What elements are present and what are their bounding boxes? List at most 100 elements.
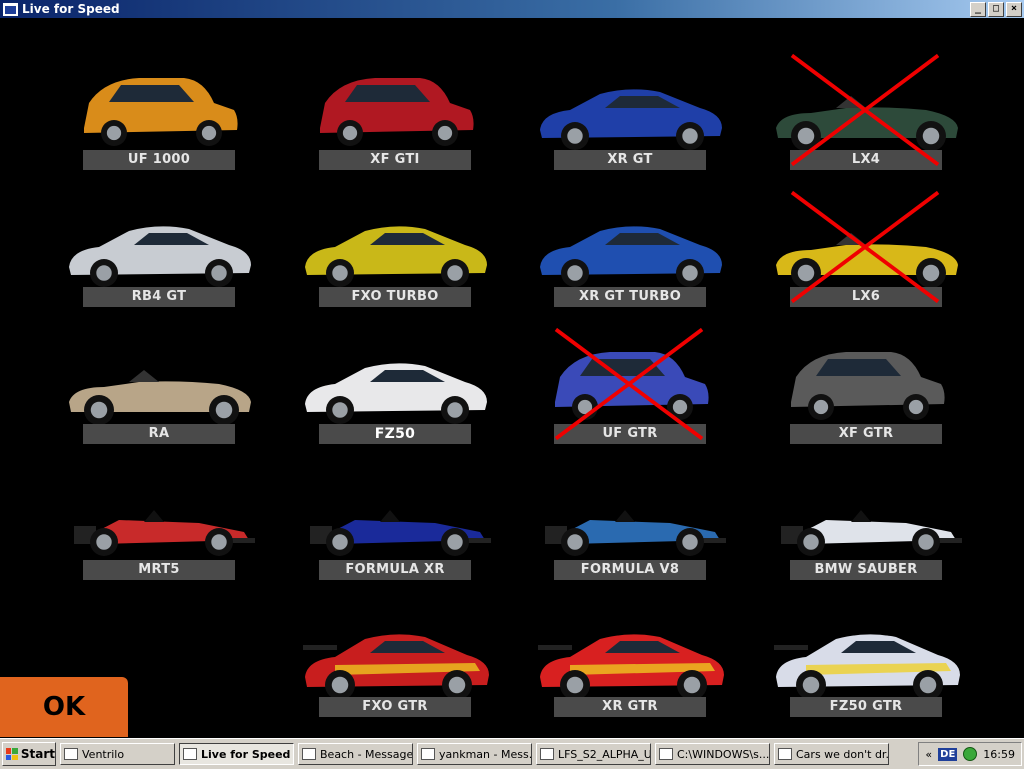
car-label[interactable]: LX4 — [790, 150, 942, 170]
app-icon — [64, 748, 78, 760]
car-option-lx4[interactable]: LX4 — [776, 53, 1024, 188]
car-option-bmw-sauber[interactable]: BMW SAUBER — [781, 468, 1024, 598]
car-label[interactable]: FZ50 GTR — [790, 697, 942, 717]
taskbar-item-label: yankman - Mess... — [439, 747, 532, 761]
language-indicator[interactable]: DE — [938, 747, 958, 761]
car-option-fxo-turbo[interactable]: FXO TURBO — [305, 195, 555, 325]
car-label[interactable]: MRT5 — [83, 560, 235, 580]
app-icon — [540, 748, 554, 760]
car-label[interactable]: FXO TURBO — [319, 287, 471, 307]
car-label[interactable]: RA — [83, 424, 235, 444]
car-label[interactable]: XR GT — [554, 150, 706, 170]
car-option-formula-v8[interactable]: FORMULA V8 — [545, 468, 790, 598]
car-image-icon — [774, 634, 960, 700]
car-image[interactable] — [59, 468, 259, 563]
car-label[interactable]: BMW SAUBER — [790, 560, 942, 580]
taskbar-item[interactable]: Beach - Message — [298, 743, 413, 765]
car-label[interactable]: FORMULA V8 — [554, 560, 706, 580]
taskbar-item[interactable]: Ventrilo — [60, 743, 175, 765]
car-label[interactable]: FORMULA XR — [319, 560, 471, 580]
taskbar-item[interactable]: LFS_S2_ALPHA_U — [536, 743, 651, 765]
start-label: Start — [20, 747, 55, 761]
car-image[interactable] — [766, 605, 966, 700]
car-option-xf-gti[interactable]: XF GTI — [319, 58, 555, 188]
car-label[interactable]: FXO GTR — [319, 697, 471, 717]
car-image[interactable] — [295, 58, 495, 153]
start-button[interactable]: Start — [2, 742, 56, 766]
taskbar-item[interactable]: Live for Speed — [179, 743, 294, 765]
car-option-ra[interactable]: RA — [69, 332, 319, 462]
car-option-mrt5[interactable]: MRT5 — [74, 468, 319, 598]
title-bar[interactable]: Live for Speed _ □ × — [0, 0, 1024, 18]
car-image-icon — [320, 78, 474, 146]
car-image-icon — [303, 634, 489, 700]
car-image-icon — [69, 226, 251, 287]
close-button[interactable]: × — [1006, 1, 1022, 17]
car-option-xr-gt[interactable]: XR GT — [540, 58, 790, 188]
car-image[interactable] — [59, 195, 259, 290]
window-title: Live for Speed — [22, 2, 120, 16]
car-image-icon — [69, 370, 251, 425]
car-image[interactable] — [295, 468, 495, 563]
taskbar-item-label: C:\WINDOWS\s... — [677, 747, 770, 761]
car-image[interactable] — [295, 605, 495, 700]
taskbar-item-label: Ventrilo — [82, 747, 125, 761]
car-label[interactable]: RB4 GT — [83, 287, 235, 307]
car-image-icon — [781, 510, 962, 556]
car-option-uf-1000[interactable]: UF 1000 — [83, 58, 319, 188]
car-label[interactable]: UF GTR — [554, 424, 706, 444]
car-label[interactable]: UF 1000 — [83, 150, 235, 170]
car-image-icon — [791, 352, 945, 420]
car-option-xf-gtr[interactable]: XF GTR — [790, 332, 1024, 462]
app-icon — [302, 748, 316, 760]
car-label[interactable]: XF GTR — [790, 424, 942, 444]
taskbar-item[interactable]: C:\WINDOWS\s... — [655, 743, 770, 765]
car-image[interactable] — [766, 195, 966, 290]
window-app-icon[interactable] — [3, 2, 18, 16]
car-image[interactable] — [530, 605, 730, 700]
car-image-icon — [74, 510, 255, 556]
car-image-icon — [305, 226, 487, 287]
car-image[interactable] — [530, 468, 730, 563]
car-label[interactable]: LX6 — [790, 287, 942, 307]
car-image-icon — [84, 78, 238, 146]
taskbar-item-label: Cars we don't dr... — [796, 747, 889, 761]
car-image[interactable] — [295, 332, 495, 427]
car-image[interactable] — [766, 332, 966, 427]
car-image[interactable] — [766, 468, 966, 563]
car-option-fz50-gtr[interactable]: FZ50 GTR — [774, 605, 1024, 735]
car-image[interactable] — [59, 332, 259, 427]
car-label[interactable]: XR GTR — [554, 697, 706, 717]
maximize-button[interactable]: □ — [988, 1, 1004, 17]
car-option-formula-xr[interactable]: FORMULA XR — [310, 468, 555, 598]
taskbar-item[interactable]: Cars we don't dr... — [774, 743, 889, 765]
taskbar-item[interactable]: yankman - Mess... — [417, 743, 532, 765]
car-option-fxo-gtr[interactable]: FXO GTR — [303, 605, 555, 735]
taskbar-item-label: LFS_S2_ALPHA_U — [558, 747, 651, 761]
car-option-lx6[interactable]: LX6 — [776, 190, 1024, 325]
car-image-icon — [538, 634, 724, 700]
car-option-xr-gt-turbo[interactable]: XR GT TURBO — [540, 195, 790, 325]
app-icon — [659, 748, 673, 760]
car-option-fz50[interactable]: FZ50 — [305, 332, 555, 462]
car-label[interactable]: XR GT TURBO — [554, 287, 706, 307]
taskbar: Start Ventrilo Live for Speed Beach - Mess… — [0, 738, 1024, 769]
car-label[interactable]: XF GTI — [319, 150, 471, 170]
car-label[interactable]: FZ50 — [319, 424, 471, 444]
tray-expand-button[interactable]: « — [925, 748, 932, 761]
car-image[interactable] — [59, 58, 259, 153]
network-icon[interactable] — [963, 747, 978, 761]
car-image[interactable] — [530, 332, 730, 427]
car-image[interactable] — [530, 58, 730, 153]
ok-button[interactable]: OK — [0, 677, 128, 737]
car-image[interactable] — [530, 195, 730, 290]
minimize-button[interactable]: _ — [970, 1, 986, 17]
car-image[interactable] — [295, 195, 495, 290]
car-option-xr-gtr[interactable]: XR GTR — [538, 605, 790, 735]
system-tray: « DE 16:59 — [918, 742, 1022, 766]
app-icon — [778, 748, 792, 760]
car-option-rb4-gt[interactable]: RB4 GT — [69, 195, 319, 325]
clock[interactable]: 16:59 — [983, 748, 1015, 761]
car-image[interactable] — [766, 58, 966, 153]
car-option-uf-gtr[interactable]: UF GTR — [554, 327, 790, 462]
